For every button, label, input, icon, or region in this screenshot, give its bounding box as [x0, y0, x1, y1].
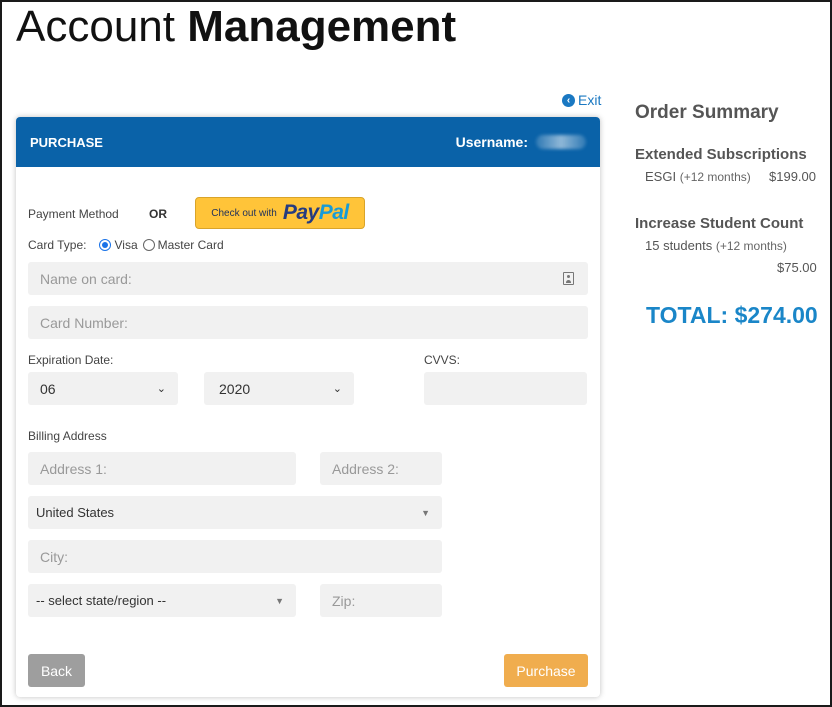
students-item-note: (+12 months): [715, 239, 787, 253]
chevron-left-circle-icon: ‹: [562, 93, 575, 107]
paypal-prefix: Check out with: [211, 207, 277, 219]
visa-radio[interactable]: [99, 239, 112, 251]
paypal-logo-part2: Pal: [318, 201, 350, 224]
exp-month-select[interactable]: 06 ⌄: [28, 372, 178, 405]
country-value: United States: [36, 505, 115, 520]
mastercard-label: Master Card: [157, 238, 224, 252]
paypal-logo: PayPal: [283, 201, 349, 225]
back-button[interactable]: Back: [28, 654, 85, 687]
order-summary-title: Order Summary: [635, 102, 779, 123]
card-type-label: Card Type:: [28, 238, 87, 252]
students-line-item: 15 students (+12 months): [645, 238, 787, 253]
order-total: TOTAL: $274.00: [646, 302, 818, 328]
purchase-card: PURCHASE Username: Payment Method OR Che…: [16, 117, 600, 697]
payment-method-label: Payment Method: [28, 207, 119, 221]
zip-placeholder: Zip:: [332, 592, 356, 609]
country-select[interactable]: United States ▼: [28, 496, 442, 529]
esgi-item: ESGI: [645, 169, 677, 184]
paypal-checkout-button[interactable]: Check out with PayPal: [195, 197, 365, 229]
purchase-header: PURCHASE Username:: [16, 117, 600, 167]
city-placeholder: City:: [40, 548, 68, 565]
exit-label: Exit: [578, 92, 602, 108]
cvvs-input[interactable]: [424, 372, 587, 405]
app-frame: Account Management ‹ Exit PURCHASE Usern…: [0, 0, 832, 707]
exp-year-value: 2020: [219, 380, 251, 397]
esgi-item-note: (+12 months): [679, 170, 751, 184]
card-number-input[interactable]: Card Number:: [28, 306, 588, 339]
username-label: Username:: [455, 134, 528, 150]
paypal-logo-part1: Pay: [282, 201, 319, 224]
card-type-mastercard-option[interactable]: Master Card: [142, 238, 224, 252]
exp-month-value: 06: [40, 380, 56, 397]
page-title-light: Account: [16, 2, 175, 51]
esgi-line-item: ESGI (+12 months): [645, 169, 751, 184]
page-title-bold: Management: [187, 2, 457, 51]
or-label: OR: [149, 207, 167, 221]
caret-down-icon: ▼: [421, 507, 430, 518]
exit-link[interactable]: ‹ Exit: [562, 92, 601, 108]
exp-year-select[interactable]: 2020 ⌄: [204, 372, 354, 405]
address2-input[interactable]: Address 2:: [320, 452, 442, 485]
name-on-card-input[interactable]: Name on card:: [28, 262, 588, 295]
state-value: -- select state/region --: [36, 593, 167, 608]
visa-label: Visa: [114, 238, 138, 252]
increase-student-count-heading: Increase Student Count: [635, 215, 804, 232]
cvvs-label: CVVS:: [424, 353, 461, 367]
name-on-card-placeholder: Name on card:: [40, 270, 132, 287]
chevron-down-icon: ⌄: [332, 383, 342, 395]
contact-card-icon: [563, 272, 574, 285]
city-input[interactable]: City:: [28, 540, 442, 573]
mastercard-radio[interactable]: [142, 239, 155, 251]
expiration-date-label: Expiration Date:: [28, 353, 114, 367]
state-select[interactable]: -- select state/region -- ▼: [28, 584, 296, 617]
address1-input[interactable]: Address 1:: [28, 452, 296, 485]
card-type-row: Card Type: Visa Master Card: [28, 238, 229, 252]
address2-placeholder: Address 2:: [332, 460, 399, 477]
card-number-placeholder: Card Number:: [40, 314, 128, 331]
purchase-button[interactable]: Purchase: [504, 654, 588, 687]
caret-down-icon: ▼: [275, 595, 284, 606]
zip-input[interactable]: Zip:: [320, 584, 442, 617]
page-title: Account Management: [16, 2, 456, 52]
username-display: Username:: [456, 134, 586, 150]
chevron-down-icon: ⌄: [156, 383, 166, 395]
username-value-redacted: [536, 135, 586, 149]
students-item: 15 students: [645, 238, 713, 253]
address1-placeholder: Address 1:: [40, 460, 107, 477]
purchase-header-title: PURCHASE: [30, 134, 103, 150]
card-type-visa-option[interactable]: Visa: [99, 238, 138, 252]
esgi-price: $199.00: [769, 169, 816, 184]
billing-address-label: Billing Address: [28, 429, 107, 443]
extended-subscriptions-heading: Extended Subscriptions: [635, 146, 807, 163]
students-price: $75.00: [777, 260, 817, 275]
